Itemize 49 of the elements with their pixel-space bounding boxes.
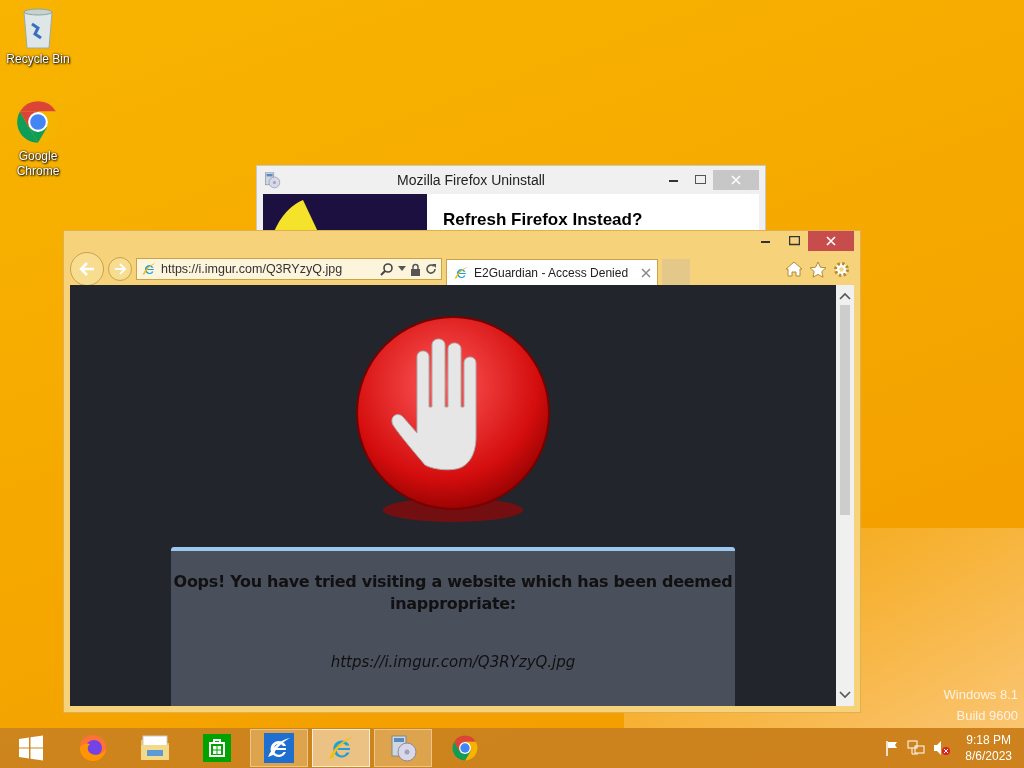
settings-icon[interactable] [833,260,850,278]
desktop-icon-label: Google Chrome [15,149,61,179]
e-logo-icon [453,264,469,281]
clock-time: 9:18 PM [966,732,1011,748]
dialog-heading: Refresh Firefox Instead? [442,209,644,231]
close-tab-icon[interactable] [641,267,652,278]
blocked-url: https://i.imgur.com/Q3RYzyQ.jpg [330,653,576,671]
block-message: Oops! You have tried visiting a website which has been deemed inappropriate: [172,571,734,615]
window-title: Mozilla Firefox Uninstall [396,172,546,188]
os-version-watermark: Build 9600 [956,707,1018,725]
installer-disc-icon [263,171,281,189]
e-logo-icon [141,261,157,277]
vertical-scrollbar[interactable] [836,285,854,706]
shopping-bag-icon [203,734,231,762]
windows-logo-icon [18,735,44,761]
search-icon[interactable] [380,262,394,276]
e-logo-icon [264,733,294,763]
scroll-up-icon[interactable] [839,291,851,301]
maximize-icon [788,236,800,246]
browser-taskbar-icon[interactable] [312,729,370,767]
forward-button[interactable] [108,257,132,281]
back-button[interactable] [70,252,104,286]
folder-icon [139,734,171,762]
desktop-icon-label: Recycle Bin [6,52,70,67]
favorites-star-icon[interactable] [809,260,827,278]
address-field[interactable]: https://i.imgur.com/Q3RYzyQ.jpg [136,258,442,280]
os-version-watermark: Windows 8.1 [943,686,1018,704]
close-icon [731,175,741,185]
speaker-muted-icon[interactable] [933,740,952,756]
lock-icon[interactable] [410,262,421,276]
installer-disc-icon [388,733,418,763]
chrome-logo-icon [450,733,480,763]
home-icon[interactable] [785,260,803,277]
forward-icon [114,263,126,275]
flag-icon[interactable] [885,740,900,756]
clock-date: 8/6/2023 [965,748,1012,764]
installer-taskbar-icon[interactable] [374,729,432,767]
firefox-logo-icon [78,733,108,763]
scroll-down-icon[interactable] [839,690,851,700]
close-icon [826,236,836,246]
stop-hand-icon [353,315,553,525]
maximize-icon [694,175,706,185]
refresh-icon[interactable] [425,263,437,275]
dropdown-caret-icon[interactable] [398,266,406,272]
browser-tile-taskbar-icon[interactable] [250,729,308,767]
network-icon[interactable] [907,740,926,756]
recycle-bin-icon [20,6,56,50]
browser-tab[interactable]: E2Guardian - Access Denied [446,259,659,285]
back-icon [78,261,96,277]
